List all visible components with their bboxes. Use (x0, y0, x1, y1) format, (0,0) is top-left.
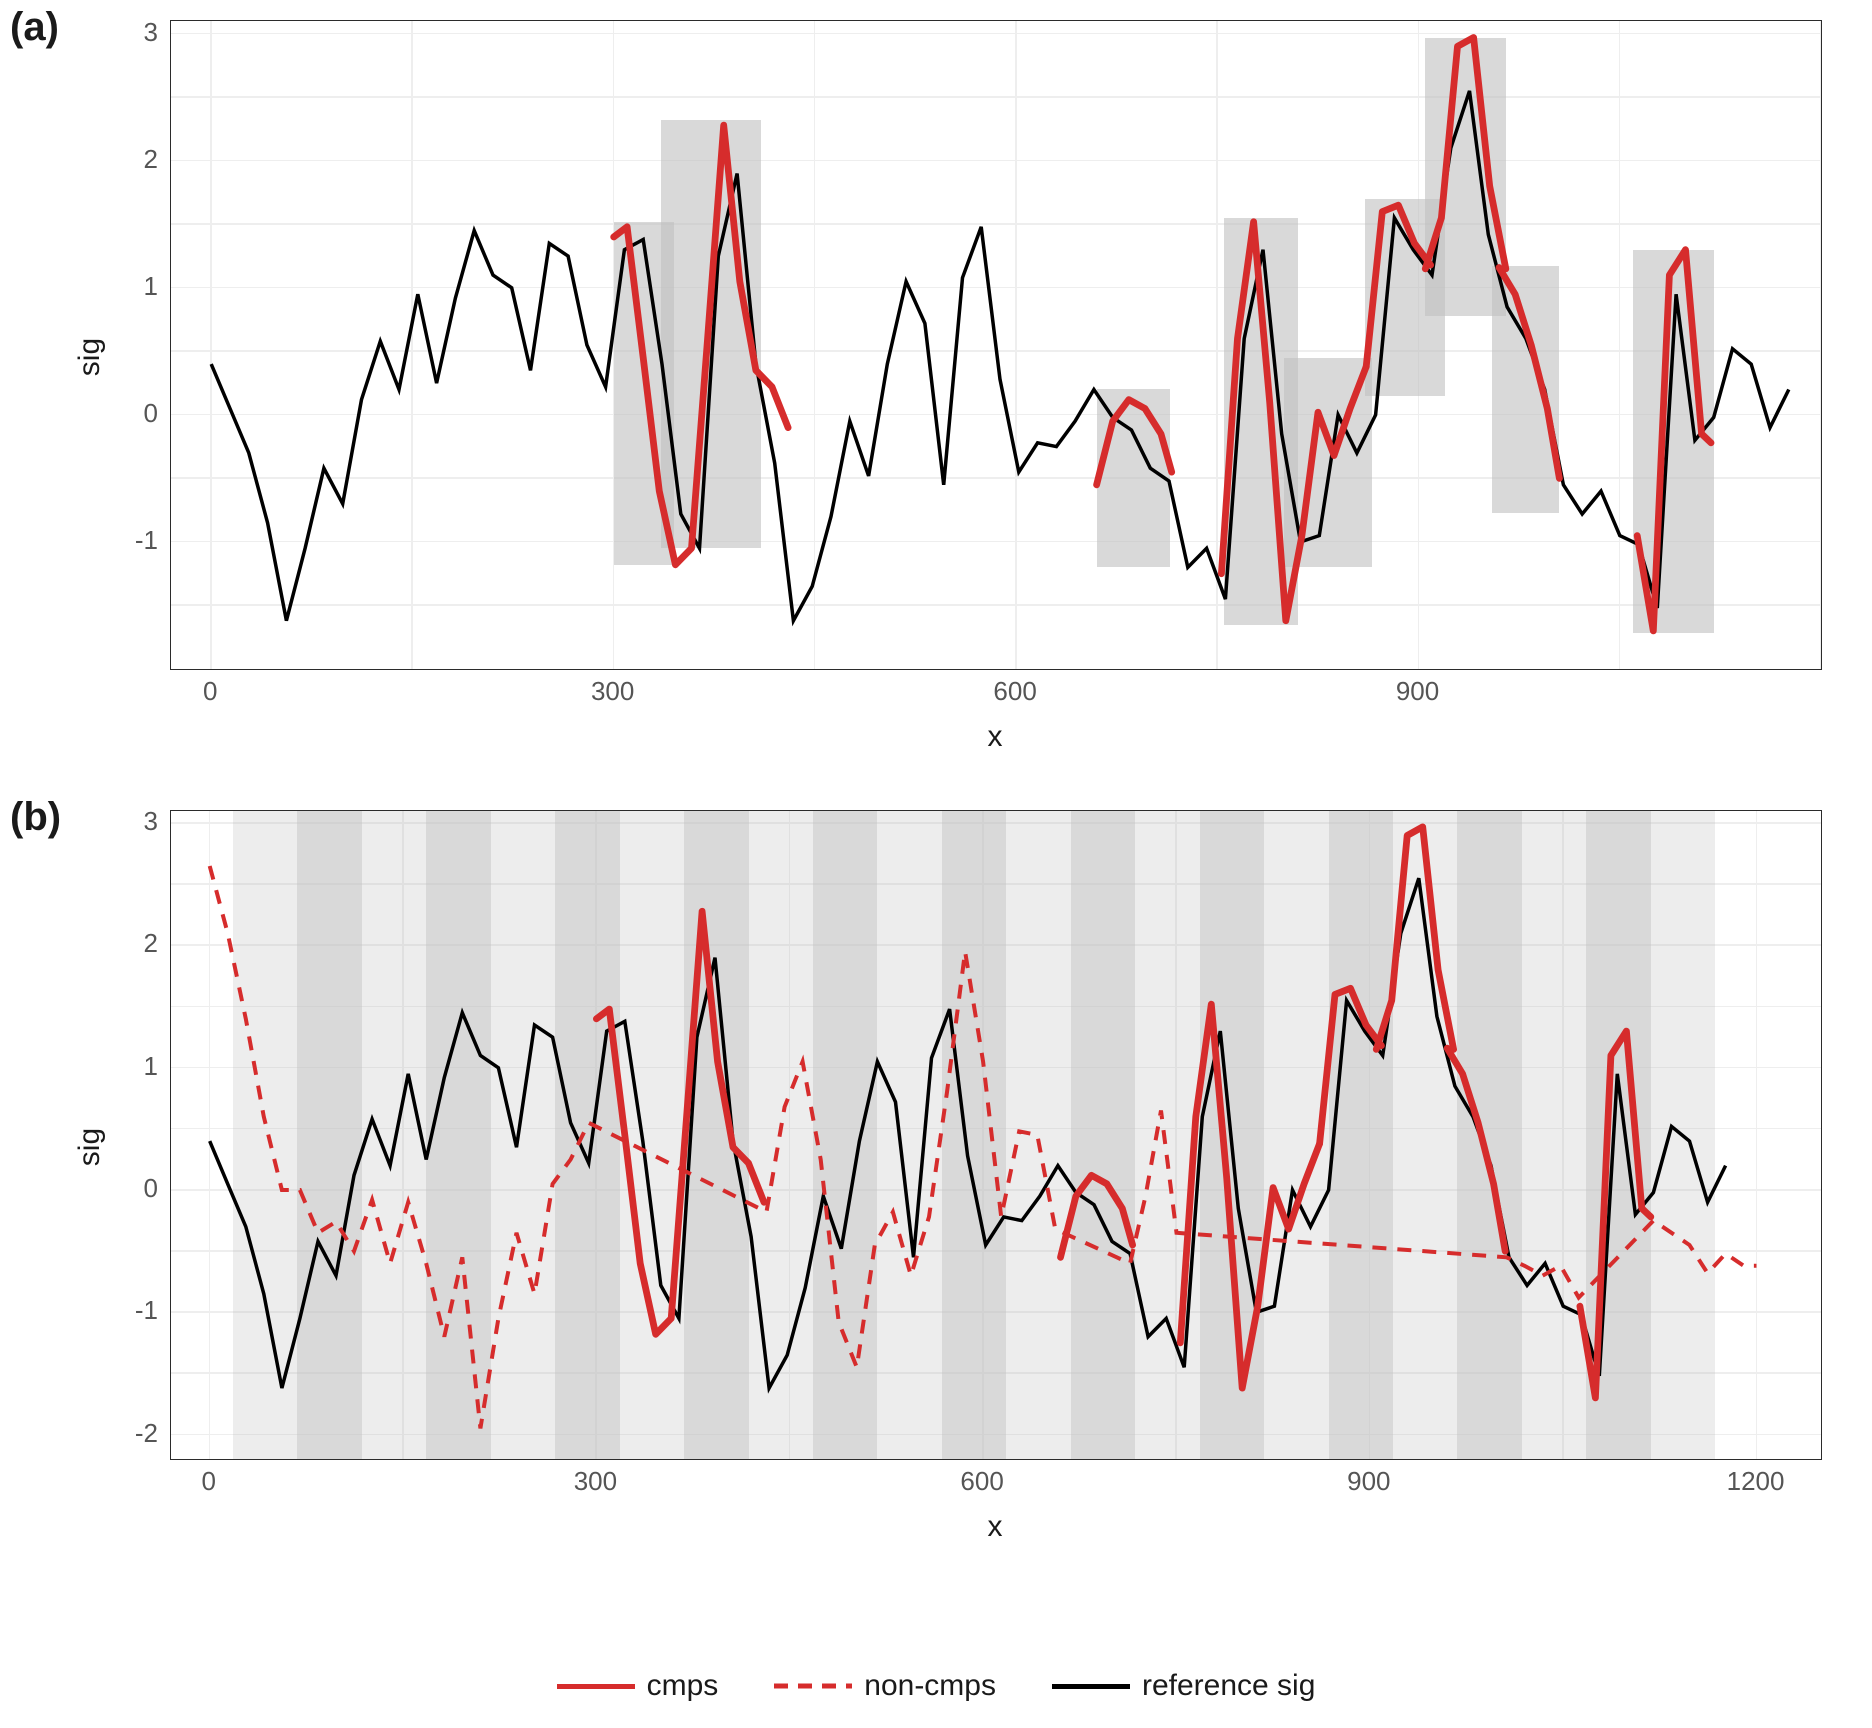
xtick-label: 600 (985, 676, 1045, 707)
xtick-label: 0 (180, 676, 240, 707)
panel-a: (a) sig x -1 0 1 2 3 0 300 600 900 (0, 0, 1872, 780)
panel-b-ylabel: sig (73, 1117, 107, 1177)
panel-b: (b) sig x -2 -1 0 1 2 3 0 300 600 900 1200 (0, 790, 1872, 1570)
legend-item-noncmps: non-cmps (774, 1669, 996, 1703)
legend-key-noncmps (774, 1671, 852, 1701)
legend-label-cmps: cmps (647, 1669, 719, 1703)
legend-label-ref: reference sig (1142, 1669, 1315, 1703)
ytick-label: 2 (144, 144, 158, 175)
panel-a-ylabel: sig (73, 327, 107, 387)
xtick-label: 300 (565, 1466, 625, 1497)
panel-a-label: (a) (10, 5, 59, 50)
ytick-label: -1 (135, 525, 158, 556)
legend-key-cmps (557, 1671, 635, 1701)
plot-a (170, 20, 1822, 670)
xtick-label: 1200 (1726, 1466, 1786, 1497)
legend-key-ref (1052, 1671, 1130, 1701)
legend: cmps non-cmps reference sig (0, 1669, 1872, 1703)
xtick-label: 0 (179, 1466, 239, 1497)
ytick-label: 1 (144, 1051, 158, 1082)
ytick-label: -1 (135, 1295, 158, 1326)
xtick-label: 900 (1388, 676, 1448, 707)
panel-b-xlabel: x (170, 1510, 1820, 1544)
legend-item-cmps: cmps (557, 1669, 719, 1703)
ytick-label: 3 (144, 806, 158, 837)
ytick-label: 2 (144, 928, 158, 959)
ytick-label: 1 (144, 271, 158, 302)
xtick-label: 900 (1339, 1466, 1399, 1497)
figure: (a) sig x -101230300600900 (b) sig x -2-… (0, 0, 1872, 1728)
panel-b-label: (b) (10, 795, 61, 840)
ytick-label: -2 (135, 1418, 158, 1449)
plot-b (170, 810, 1822, 1460)
legend-item-ref: reference sig (1052, 1669, 1315, 1703)
panel-a-xlabel: x (170, 720, 1820, 754)
xtick-label: 600 (952, 1466, 1012, 1497)
ytick-label: 0 (144, 1173, 158, 1204)
ytick-label: 0 (144, 398, 158, 429)
legend-label-noncmps: non-cmps (864, 1669, 996, 1703)
ytick-label: 3 (144, 17, 158, 48)
xtick-label: 300 (583, 676, 643, 707)
